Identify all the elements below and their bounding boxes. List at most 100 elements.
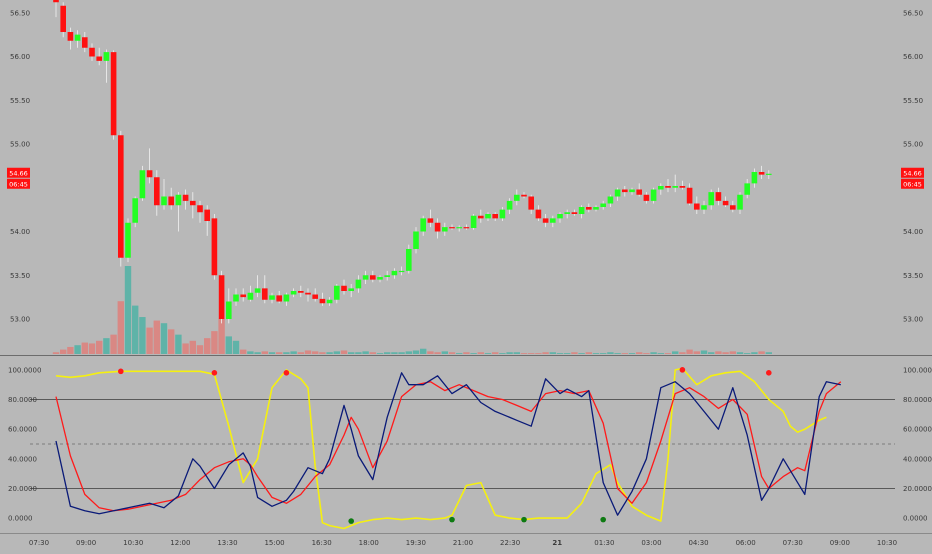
volume-bar [420,348,427,354]
time-axis-label: 01:30 [594,539,614,547]
candle-body [708,192,714,206]
osc-tick-left: 20.0000 [8,485,37,493]
volume-bar [175,334,182,354]
volume-bar [160,323,168,354]
time-axis-label: 19:30 [406,539,426,547]
candle-body [586,207,592,210]
volume-bar [225,336,232,354]
candle-body [571,212,578,214]
price-tick-right: 54.00 [903,228,923,236]
oversold-marker [600,516,606,523]
candle-body [319,298,326,304]
candle-body [420,218,426,232]
overbought-marker [766,370,772,376]
volume-bar [700,350,708,354]
candle-body [463,227,470,229]
volume-bar [247,351,254,354]
volume-bar [319,352,326,354]
volume-bar [304,350,312,354]
candle-body [204,209,210,221]
price-tick-right: 55.00 [903,141,923,149]
volume-bar [124,266,132,354]
candle-body [766,173,772,175]
osc-tick-left: 40.0000 [8,455,37,463]
volume-bar [542,352,549,354]
volume-bar [506,352,513,354]
candle-body [348,288,354,291]
volume-bar [168,329,175,354]
candle-body [67,32,74,41]
osc-tick-left: 0.0000 [8,515,33,523]
candle-body [384,275,390,277]
candle-body [110,52,117,136]
volume-bar [268,352,276,354]
volume-bar [758,351,765,354]
volume-bar [628,353,636,354]
current-price-label: 54.66 [9,169,28,177]
volume-bar [621,353,628,354]
volume-bar [664,353,672,354]
time-axis-label: 13:30 [217,539,237,547]
price-tick-left: 56.50 [10,9,30,17]
candle-body [506,200,513,210]
candle-body [722,200,729,206]
price-tick-left: 54.00 [10,228,30,236]
candle-body [312,294,318,299]
candle-body [413,231,419,249]
volume-bar [679,352,686,354]
candle-body [442,227,448,232]
candle-body [377,277,383,280]
volume-bar [290,351,297,354]
candle-body [240,294,246,298]
candle-body [643,194,650,201]
volume-bar [74,345,81,354]
candle-body [521,194,527,197]
volume-bar [765,352,772,354]
volume-bar [60,349,67,354]
volume-bar [412,350,420,354]
volume-bar [204,338,211,354]
volume-bar [585,352,592,354]
candle-body [218,275,225,319]
volume-bar [513,352,520,354]
volume-bar [153,320,160,354]
candle-body [427,218,434,223]
volume-bar [96,340,103,354]
volume-bar [254,352,261,354]
candle-body [89,47,95,57]
osc-tick-right: 0.0000 [903,515,928,523]
candle-body [578,207,585,214]
volume-bar [391,352,398,354]
candle-body [593,207,599,210]
volume-bar [477,352,484,354]
price-tick-right: 56.00 [903,53,923,61]
volume-bar [276,352,283,354]
candle-body [535,209,542,219]
volume-bar [751,352,758,354]
osc-tick-right: 80.0000 [903,396,932,404]
volume-bar [52,352,60,354]
volume-bar [283,352,290,354]
candle-body [341,285,347,291]
candle-body [737,194,743,210]
candle-body [82,37,88,48]
candle-body [146,170,153,178]
candle-body [694,203,700,210]
volume-bar [520,353,528,354]
candle-body [168,196,174,206]
candle-body [118,135,124,258]
time-axis-label: 07:30 [29,539,49,547]
candle-body [557,214,563,219]
candle-body [355,279,362,289]
osc-tick-right: 20.0000 [903,485,932,493]
candle-body [492,214,498,219]
volume-bar [67,346,74,354]
overbought-marker [679,367,686,373]
time-axis-label: 04:30 [688,539,708,547]
candle-body [269,295,275,300]
candle-body [398,270,405,273]
candle-body [406,249,412,271]
osc-tick-left: 80.0000 [8,396,37,404]
candle-body [53,0,59,3]
time-axis-label: 15:00 [264,539,284,547]
